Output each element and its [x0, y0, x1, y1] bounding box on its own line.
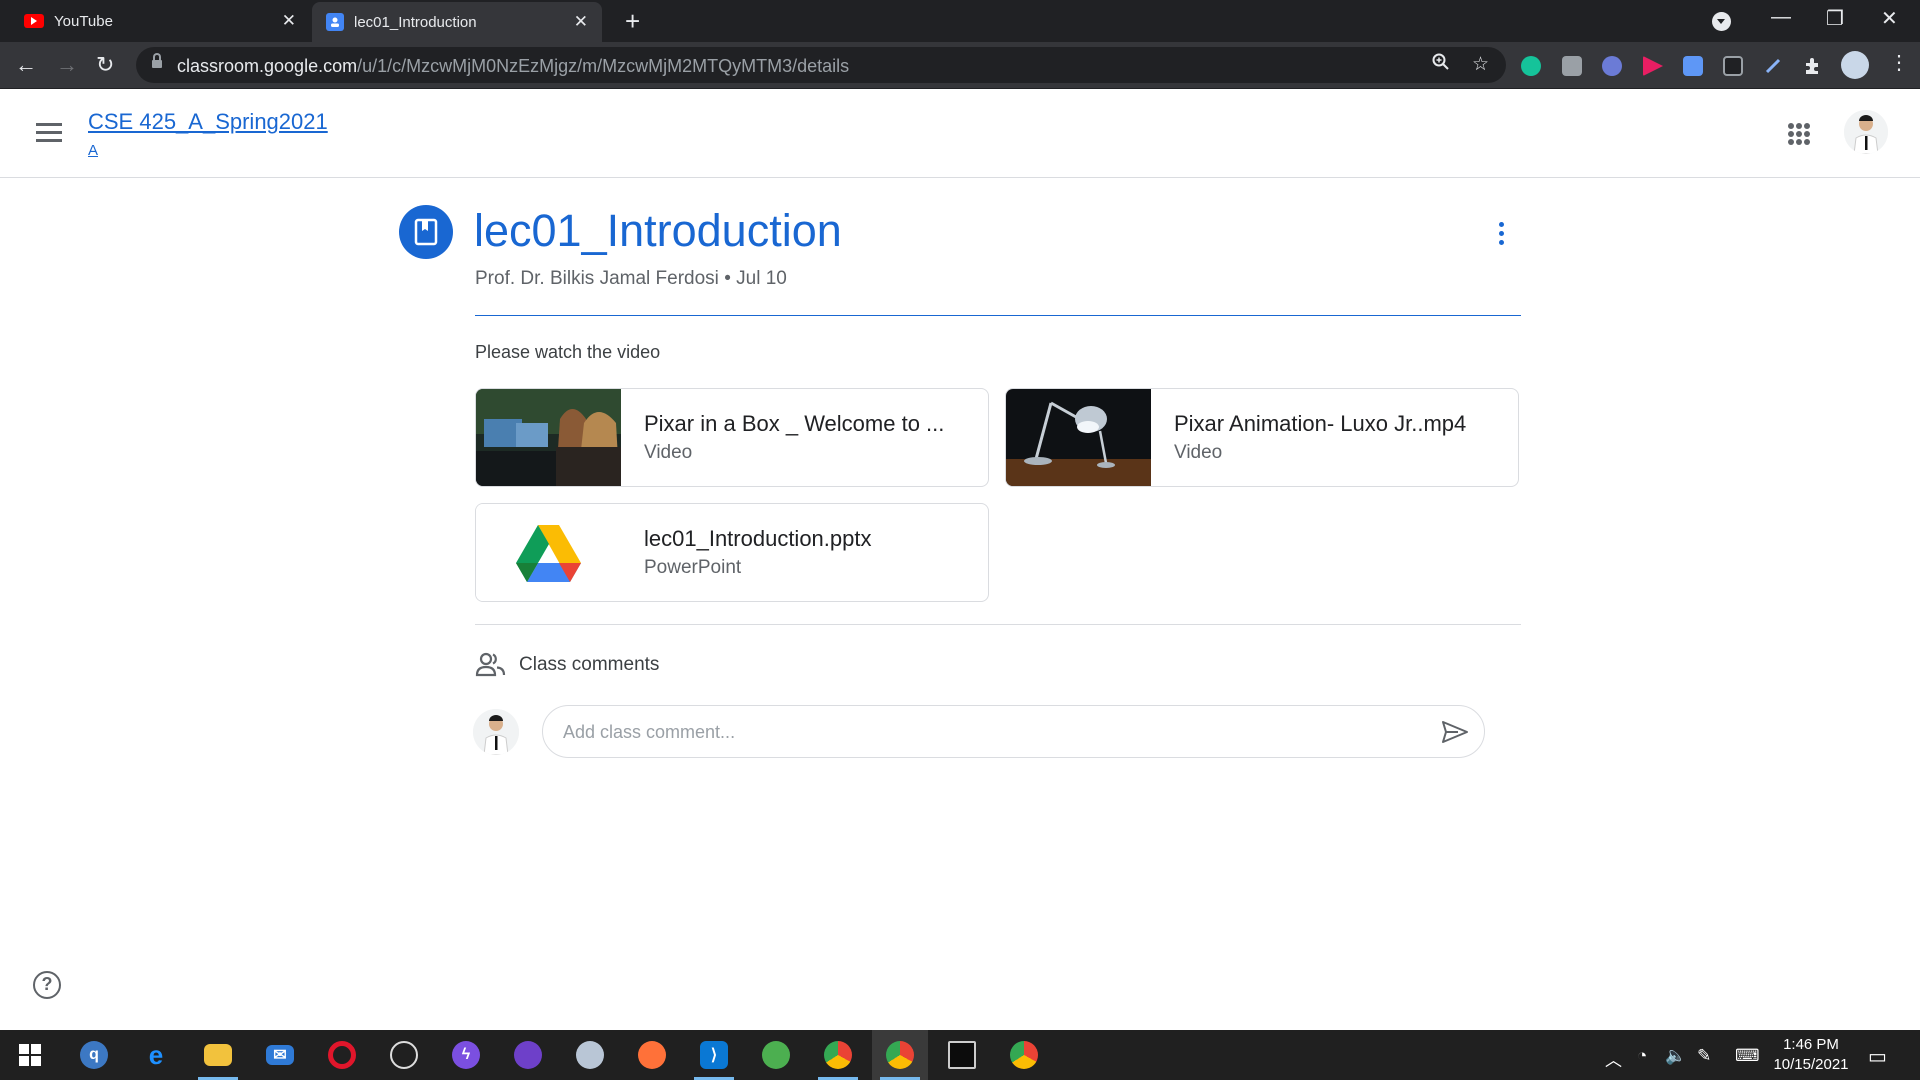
pen-icon[interactable]: ✎	[1697, 1046, 1711, 1066]
tray-chevron-icon[interactable]: ︿	[1605, 1046, 1622, 1071]
tab-search-icon[interactable]	[1712, 12, 1731, 31]
attachment-card-video-2[interactable]: Pixar Animation- Luxo Jr..mp4 Video	[1005, 388, 1519, 487]
author-name: Prof. Dr. Bilkis Jamal Ferdosi	[475, 268, 719, 289]
attachment-title: lec01_Introduction.pptx	[644, 526, 872, 551]
satellite-app-icon[interactable]	[376, 1030, 432, 1080]
class-comments-label: Class comments	[519, 654, 660, 675]
tab-title: lec01_Introduction	[354, 13, 477, 31]
class-section-link[interactable]: A	[88, 142, 98, 159]
chrome-icon[interactable]	[872, 1030, 928, 1080]
github-desktop-icon[interactable]	[500, 1030, 556, 1080]
google-drive-icon	[476, 504, 621, 601]
class-title-link[interactable]: CSE 425_A_Spring2021	[88, 109, 328, 135]
extension-icon[interactable]	[1602, 56, 1622, 76]
people-icon	[475, 651, 506, 677]
extension-icon[interactable]	[1723, 56, 1743, 76]
meta-separator: •	[724, 268, 731, 289]
attachment-title: Pixar in a Box _ Welcome to ...	[644, 411, 945, 436]
class-comment-field[interactable]	[542, 705, 1485, 758]
minimize-icon[interactable]: —	[1771, 6, 1791, 29]
mail-icon[interactable]: ✉	[252, 1030, 308, 1080]
keyboard-icon[interactable]: ⌨	[1735, 1046, 1760, 1066]
page-title: lec01_Introduction	[474, 205, 842, 256]
clock-date: 10/15/2021	[1773, 1056, 1849, 1073]
file-explorer-icon[interactable]	[190, 1030, 246, 1080]
attachment-card-pptx[interactable]: lec01_Introduction.pptx PowerPoint	[475, 503, 989, 602]
chrome-menu-icon[interactable]: ⋮	[1889, 50, 1909, 75]
help-icon[interactable]: ?	[33, 971, 61, 999]
main-menu-icon[interactable]	[36, 123, 62, 143]
class-comment-input[interactable]	[563, 720, 1403, 744]
vscode-icon[interactable]: ⟩	[686, 1030, 742, 1080]
opera-icon[interactable]	[314, 1030, 370, 1080]
attachment-title: Pixar Animation- Luxo Jr..mp4	[1174, 411, 1467, 436]
google-apps-icon[interactable]	[1788, 123, 1810, 145]
network-icon[interactable]: ◔	[1637, 1046, 1647, 1066]
windows-taskbar: q e ✉ ϟ ⟩ ︿ ◔ 🔈 ✎ ⌨ 1:46 PM 10/15/2021 ▭	[0, 1030, 1920, 1080]
tab-lec01[interactable]: lec01_Introduction ✕	[312, 2, 602, 42]
attachment-type: Video	[644, 442, 693, 463]
windows-start-icon[interactable]	[2, 1030, 58, 1080]
address-bar[interactable]: classroom.google.com/u/1/c/MzcwMjM0NzEzM…	[136, 47, 1506, 83]
restore-icon[interactable]: ❐	[1826, 6, 1844, 31]
close-tab-icon[interactable]: ✕	[574, 12, 588, 32]
close-tab-icon[interactable]: ✕	[282, 11, 296, 31]
clock-time: 1:46 PM	[1783, 1036, 1839, 1053]
attachment-type: Video	[1174, 442, 1223, 463]
extensions-puzzle-icon[interactable]	[1803, 56, 1823, 76]
comments-divider	[475, 624, 1521, 625]
browser-toolbar: ← → ↻ classroom.google.com/u/1/c/MzcwMjM…	[0, 42, 1920, 89]
new-tab-icon[interactable]: +	[625, 6, 640, 37]
account-avatar[interactable]	[1844, 110, 1888, 154]
material-book-icon	[399, 205, 453, 259]
app-icon[interactable]	[562, 1030, 618, 1080]
url-text: classroom.google.com/u/1/c/MzcwMjM0NzEzM…	[177, 56, 850, 76]
play-extension-icon[interactable]	[1643, 56, 1663, 76]
chrome-icon[interactable]	[810, 1030, 866, 1080]
classroom-header: CSE 425_A_Spring2021 A	[0, 89, 1920, 178]
profile-avatar[interactable]	[1841, 51, 1869, 79]
post-date: Jul 10	[736, 268, 787, 289]
zoom-icon[interactable]	[1432, 53, 1450, 77]
screenshot-extension-icon[interactable]	[1562, 56, 1582, 76]
classroom-icon	[326, 13, 344, 31]
youtube-icon	[24, 14, 44, 28]
material-meta: Prof. Dr. Bilkis Jamal Ferdosi • Jul 10	[475, 268, 787, 290]
bookmark-star-icon[interactable]: ☆	[1472, 53, 1489, 76]
reload-icon[interactable]: ↻	[96, 52, 114, 78]
chrome-icon[interactable]	[996, 1030, 1052, 1080]
tab-youtube[interactable]: YouTube ✕	[0, 0, 310, 42]
close-window-icon[interactable]: ✕	[1881, 6, 1898, 31]
messenger-icon[interactable]: ϟ	[438, 1030, 494, 1080]
lock-icon	[152, 53, 162, 70]
notifications-icon[interactable]: ▭	[1868, 1044, 1887, 1069]
video-thumbnail	[476, 389, 621, 486]
tab-title: YouTube	[54, 12, 113, 30]
commenter-avatar	[473, 709, 519, 755]
attachment-type: PowerPoint	[644, 557, 742, 578]
material-description: Please watch the video	[475, 342, 661, 362]
terminal-icon[interactable]	[934, 1030, 990, 1080]
pen-extension-icon[interactable]	[1763, 56, 1783, 76]
firefox-icon[interactable]	[624, 1030, 680, 1080]
forward-icon[interactable]: →	[56, 52, 78, 78]
attachment-card-video-1[interactable]: Pixar in a Box _ Welcome to ... Video	[475, 388, 989, 487]
volume-icon[interactable]: 🔈	[1665, 1046, 1686, 1066]
more-options-icon[interactable]	[1498, 222, 1506, 248]
title-divider	[475, 315, 1521, 316]
taskbar-clock[interactable]: 1:46 PM 10/15/2021	[1768, 1035, 1854, 1075]
back-icon[interactable]: ←	[15, 52, 37, 78]
edge-icon[interactable]: e	[128, 1030, 184, 1080]
browser-tab-strip: YouTube ✕ lec01_Introduction ✕ + — ❐ ✕	[0, 0, 1920, 42]
qbittorrent-icon[interactable]: q	[66, 1030, 122, 1080]
download-extension-icon[interactable]	[1683, 56, 1703, 76]
grammarly-extension-icon[interactable]	[1521, 56, 1541, 76]
video-thumbnail	[1006, 389, 1151, 486]
send-icon[interactable]	[1441, 720, 1469, 744]
app-icon[interactable]	[748, 1030, 804, 1080]
